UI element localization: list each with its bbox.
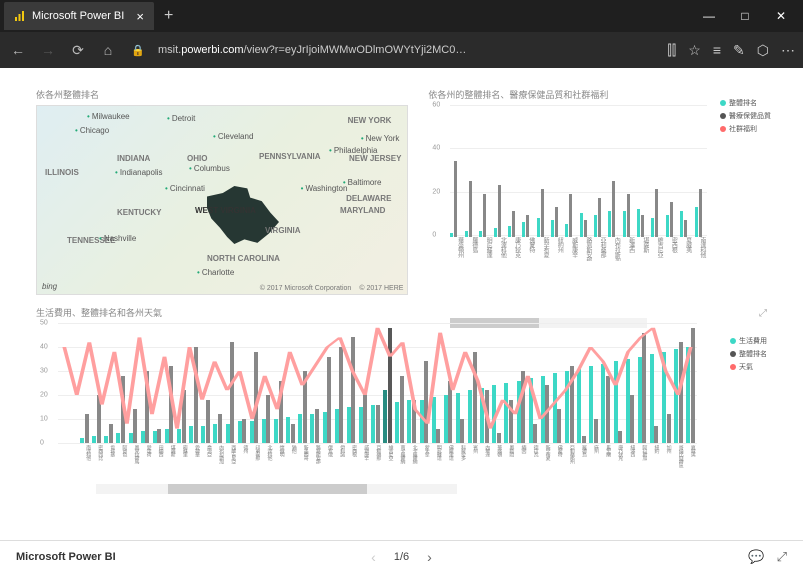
focus-mode-icon[interactable]: ⤢ bbox=[759, 308, 767, 319]
city-label: New York bbox=[361, 134, 400, 143]
notes-icon[interactable]: ✎ bbox=[733, 42, 745, 59]
selected-state-wv[interactable] bbox=[207, 186, 279, 244]
city-label: Indianapolis bbox=[115, 168, 163, 177]
lock-icon: 🔒 bbox=[128, 44, 148, 57]
bottom-chart-scrollbar[interactable] bbox=[96, 484, 457, 494]
home-button[interactable]: ⌂ bbox=[98, 42, 118, 58]
page-navigator: ‹ 1/6 › bbox=[371, 549, 432, 565]
tab-close-icon[interactable]: × bbox=[136, 9, 144, 24]
forward-button[interactable]: → bbox=[38, 42, 58, 58]
credit-ms: © 2017 Microsoft Corporation bbox=[260, 285, 352, 292]
state-label: NEW YORK bbox=[348, 116, 392, 125]
state-label: NORTH CAROLINA bbox=[207, 254, 280, 263]
new-tab-button[interactable]: + bbox=[154, 7, 183, 25]
footer-title: Microsoft Power BI bbox=[16, 551, 116, 563]
state-label: DELAWARE bbox=[346, 194, 391, 203]
chat-icon[interactable]: 💬 bbox=[748, 549, 764, 565]
next-page-button[interactable]: › bbox=[427, 549, 432, 565]
bottom-chart-title: 生活費用、整體排名和各州天氣 bbox=[36, 306, 767, 319]
state-label: WEST VIRGINIA bbox=[195, 206, 256, 215]
browser-toolbar: ← → ⟳ ⌂ 🔒 msit.powerbi.com/view?r=eyJrIj… bbox=[0, 32, 803, 68]
city-label: Cleveland bbox=[213, 132, 253, 141]
fullscreen-icon[interactable]: ⤢ bbox=[777, 549, 787, 565]
page-indicator: 1/6 bbox=[394, 551, 409, 563]
refresh-button[interactable]: ⟳ bbox=[68, 42, 88, 59]
state-label: KENTUCKY bbox=[117, 208, 161, 217]
minimize-button[interactable]: — bbox=[691, 2, 727, 30]
map-title: 依各州整體排名 bbox=[36, 88, 408, 101]
window-controls: — □ ✕ bbox=[691, 2, 799, 30]
url-path: /view?r=eyJrIjoiMWMwODlmOWYtYji2MC00MjY1… bbox=[244, 44, 468, 56]
tab-bar: Microsoft Power BI × + — □ ✕ bbox=[0, 0, 803, 32]
map-area[interactable]: Milwaukee Chicago Detroit Cleveland NEW … bbox=[36, 105, 408, 295]
more-icon[interactable]: ⋯ bbox=[781, 42, 795, 59]
browser-tab[interactable]: Microsoft Power BI × bbox=[4, 2, 154, 30]
state-label: NEW JERSEY bbox=[349, 154, 401, 163]
map-visual[interactable]: 依各州整體排名 Milwaukee Chicago Detroit Clevel… bbox=[36, 88, 408, 298]
url-domain: powerbi.com bbox=[181, 44, 243, 56]
state-label: MARYLAND bbox=[340, 206, 385, 215]
state-label: PENNSYLVANIA bbox=[259, 152, 321, 161]
report-canvas: 依各州整體排名 Milwaukee Chicago Detroit Clevel… bbox=[0, 68, 803, 536]
bing-logo: bing bbox=[42, 282, 57, 291]
bottom-chart-visual[interactable]: ⤢ 生活費用、整體排名和各州天氣 01020304050南達科他密西西比肯塔基阿… bbox=[36, 306, 767, 492]
favorite-icon[interactable]: ☆ bbox=[688, 42, 701, 59]
credit-here: © 2017 HERE bbox=[359, 285, 403, 292]
hub-icon[interactable]: ≡ bbox=[713, 42, 721, 58]
back-button[interactable]: ← bbox=[8, 42, 28, 58]
city-label: Baltimore bbox=[343, 178, 382, 187]
maximize-button[interactable]: □ bbox=[727, 2, 763, 30]
city-label: Cincinnati bbox=[165, 184, 205, 193]
city-label: Washington bbox=[301, 184, 348, 193]
tab-title: Microsoft Power BI bbox=[32, 10, 124, 22]
bottom-chart-legend: 生活費用整體排名天氣 bbox=[730, 336, 767, 375]
url-prefix: msit. bbox=[158, 44, 181, 56]
city-label: Charlotte bbox=[197, 268, 234, 277]
state-label: VIRGINIA bbox=[265, 226, 301, 235]
top-chart-legend: 整體排名醫療保健品質社群福利 bbox=[720, 98, 771, 137]
prev-page-button[interactable]: ‹ bbox=[371, 549, 376, 565]
browser-titlebar: Microsoft Power BI × + — □ ✕ ← → ⟳ ⌂ 🔒 m… bbox=[0, 0, 803, 68]
share-icon[interactable]: ⬡ bbox=[757, 42, 769, 59]
powerbi-icon bbox=[14, 10, 26, 22]
top-chart-title: 依各州的整體排名、醫療保健品質和社群福利 bbox=[428, 88, 767, 101]
state-label: ILLINOIS bbox=[45, 168, 79, 177]
city-label: Milwaukee bbox=[87, 112, 130, 121]
bottom-chart-plot: 01020304050南達科他密西西比肯塔基阿肯色奧克拉荷馬愛達荷田納西堪薩斯密… bbox=[58, 323, 767, 485]
top-chart-visual[interactable]: 依各州的整體排名、醫療保健品質和社群福利 0204060華盛頓州羅德島明尼蘇達北… bbox=[428, 88, 767, 298]
reading-view-icon[interactable]: ⫿⫿ bbox=[667, 42, 676, 59]
state-label: OHIO bbox=[187, 154, 207, 163]
city-label: Detroit bbox=[167, 114, 195, 123]
city-label: Nashville bbox=[99, 234, 136, 243]
report-footer: Microsoft Power BI ‹ 1/6 › 💬 ⤢ bbox=[0, 540, 803, 572]
city-label: Chicago bbox=[75, 126, 109, 135]
address-bar[interactable]: msit.powerbi.com/view?r=eyJrIjoiMWMwODlm… bbox=[158, 44, 468, 56]
city-label: Columbus bbox=[189, 164, 230, 173]
close-button[interactable]: ✕ bbox=[763, 2, 799, 30]
map-credits: © 2017 Microsoft Corporation © 2017 HERE bbox=[260, 285, 404, 292]
state-label: INDIANA bbox=[117, 154, 150, 163]
